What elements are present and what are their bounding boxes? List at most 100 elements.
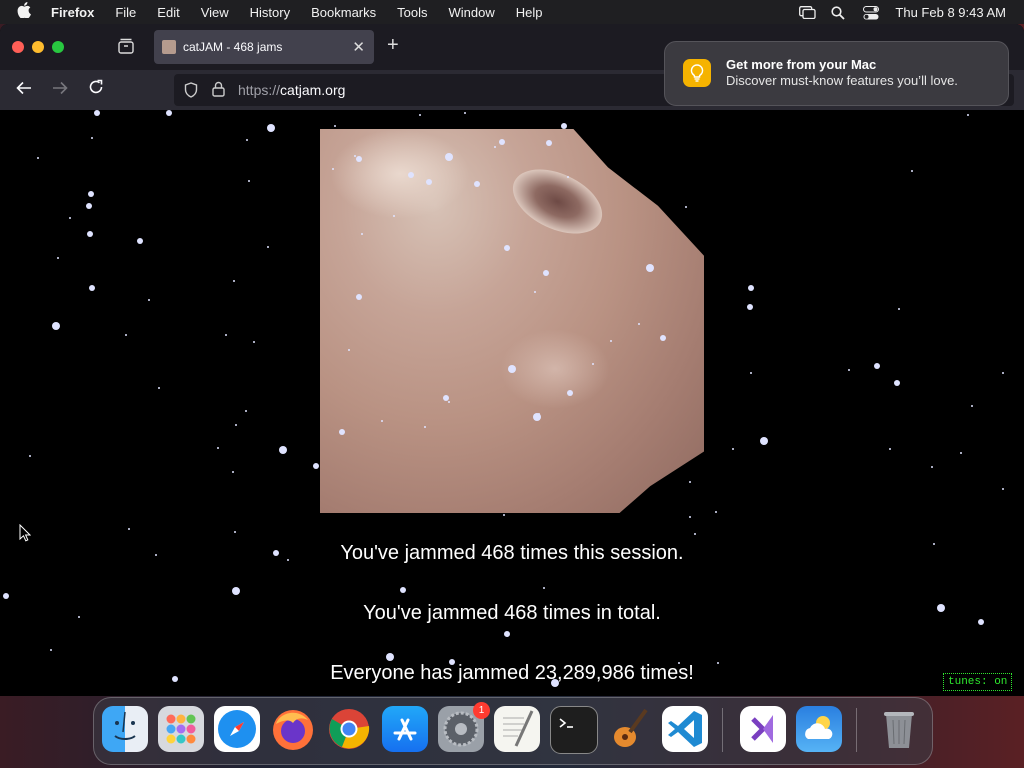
star-particle [232, 587, 240, 595]
menu-view[interactable]: View [201, 5, 229, 20]
star-particle [638, 323, 640, 325]
safari-icon[interactable] [214, 706, 260, 752]
notification-banner[interactable]: Get more from your Mac Discover must-kno… [664, 41, 1009, 106]
dock-separator [722, 708, 723, 752]
star-particle [332, 168, 334, 170]
star-particle [400, 587, 406, 593]
chrome-icon[interactable] [326, 706, 372, 752]
star-particle [592, 363, 594, 365]
window-close-button[interactable] [12, 41, 24, 53]
session-jam-count: You've jammed 468 times this session. [340, 542, 684, 564]
star-particle [474, 181, 480, 187]
menu-firefox[interactable]: Firefox [51, 5, 94, 20]
url-host: catjam.org [280, 82, 346, 98]
star-particle [91, 137, 93, 139]
spotlight-search-icon[interactable] [831, 6, 847, 20]
star-particle [279, 446, 287, 454]
textedit-icon[interactable] [494, 706, 540, 752]
star-particle [233, 280, 235, 282]
star-particle [448, 401, 450, 403]
firefox-view-icon[interactable] [117, 38, 135, 54]
star-particle [426, 179, 432, 185]
star-particle [685, 206, 687, 208]
menu-file[interactable]: File [115, 5, 136, 20]
star-particle [148, 299, 150, 301]
launchpad-icon[interactable] [158, 706, 204, 752]
forward-arrow-icon[interactable] [52, 79, 68, 100]
star-particle [253, 341, 255, 343]
back-arrow-icon[interactable] [16, 79, 32, 100]
star-particle [689, 516, 691, 518]
star-particle [694, 533, 696, 535]
star-particle [443, 395, 449, 401]
star-particle [94, 110, 100, 116]
star-particle [689, 481, 691, 483]
mouse-cursor-icon [19, 523, 32, 542]
reload-icon[interactable] [88, 79, 104, 100]
control-center-icon[interactable] [863, 6, 880, 20]
weather-icon[interactable] [796, 706, 842, 752]
tab-close-icon[interactable]: ✕ [352, 38, 365, 56]
menubar-clock[interactable]: Thu Feb 8 9:43 AM [895, 5, 1006, 20]
star-particle [499, 139, 505, 145]
star-particle [172, 676, 178, 682]
star-particle [361, 233, 363, 235]
star-particle [967, 114, 969, 116]
settings-icon[interactable]: 1 [438, 702, 490, 752]
firefox-icon[interactable] [270, 706, 316, 752]
tab-catjam[interactable]: catJAM - 468 jams ✕ [154, 30, 374, 64]
star-particle [234, 531, 236, 533]
screen-mirroring-icon[interactable] [799, 6, 817, 20]
star-particle [356, 294, 362, 300]
window-zoom-button[interactable] [52, 41, 64, 53]
app-store-icon[interactable] [382, 706, 428, 752]
catjam-favicon-icon [162, 40, 176, 54]
menu-history[interactable]: History [250, 5, 290, 20]
star-particle [334, 125, 336, 127]
menu-edit[interactable]: Edit [157, 5, 179, 20]
star-particle [534, 291, 536, 293]
star-particle [69, 217, 71, 219]
garageband-icon[interactable] [606, 706, 652, 752]
apple-menu-icon[interactable] [17, 2, 37, 22]
star-particle [646, 264, 654, 272]
url-text[interactable]: https://catjam.org [238, 82, 345, 98]
new-tab-icon[interactable]: + [387, 34, 399, 57]
dock-separator [856, 708, 857, 752]
star-particle [267, 124, 275, 132]
menu-tools[interactable]: Tools [397, 5, 427, 20]
star-particle [660, 335, 666, 341]
star-particle [715, 511, 717, 513]
tracking-protection-shield-icon[interactable] [184, 82, 198, 98]
menu-help[interactable]: Help [516, 5, 543, 20]
star-particle [248, 180, 250, 182]
terminal-icon[interactable] [550, 706, 598, 754]
tab-title: catJAM - 468 jams [183, 40, 283, 54]
lock-icon[interactable] [212, 81, 226, 97]
star-particle [235, 424, 237, 426]
star-particle [158, 387, 160, 389]
star-particle [86, 203, 92, 209]
finder-icon[interactable] [102, 706, 148, 752]
star-particle [246, 139, 248, 141]
star-particle [750, 372, 752, 374]
visual-studio-icon[interactable] [740, 706, 786, 752]
dock: 1 [93, 697, 933, 765]
tunes-toggle[interactable]: tunes: on [943, 673, 1013, 691]
star-particle [874, 363, 880, 369]
window-minimize-button[interactable] [32, 41, 44, 53]
star-particle [37, 157, 39, 159]
lightbulb-icon [683, 59, 711, 87]
menu-window[interactable]: Window [449, 5, 495, 20]
menu-bar: Firefox File Edit View History Bookmarks… [0, 0, 1024, 24]
star-particle [217, 447, 219, 449]
star-particle [166, 110, 172, 116]
star-particle [348, 349, 350, 351]
star-particle [978, 619, 984, 625]
trash-icon[interactable] [876, 706, 922, 752]
star-particle [464, 112, 466, 114]
star-particle [419, 114, 421, 116]
menu-bookmarks[interactable]: Bookmarks [311, 5, 376, 20]
star-particle [313, 463, 319, 469]
vscode-icon[interactable] [662, 706, 708, 752]
